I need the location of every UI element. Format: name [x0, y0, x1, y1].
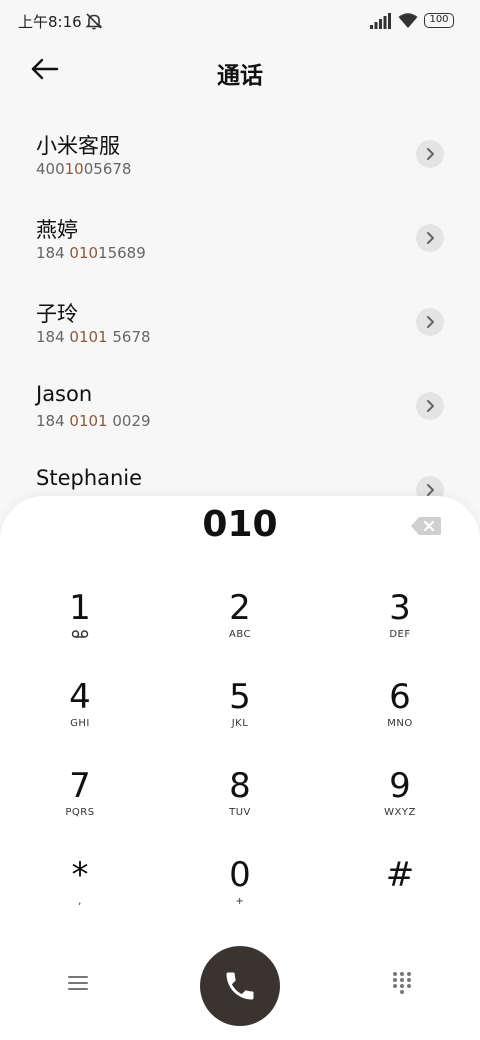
chevron-right-icon: [427, 484, 434, 496]
key-letters: ABC: [228, 629, 251, 640]
key-digit: 4: [69, 677, 91, 717]
status-time: 上午8:16: [18, 13, 82, 31]
status-bar: 上午8:16 100: [0, 0, 480, 42]
backspace-icon[interactable]: [410, 515, 442, 537]
key-letters: JKL: [231, 718, 249, 729]
key-8[interactable]: 8 TUV: [160, 766, 320, 855]
dialpad-bottom-bar: [0, 942, 480, 1032]
key-0[interactable]: 0 +: [160, 855, 320, 944]
key-5[interactable]: 5 JKL: [160, 677, 320, 766]
voicemail-icon: [71, 630, 89, 638]
dialed-number[interactable]: 010: [0, 504, 480, 545]
signal-icon: [370, 13, 391, 29]
key-digit: 5: [229, 677, 251, 717]
contact-number: 184 0101 0029: [36, 412, 151, 430]
contact-detail-button[interactable]: [416, 392, 444, 420]
contact-name: Jason: [36, 382, 93, 406]
key-letters: +: [235, 896, 245, 907]
contact-number: 184 01015689: [36, 244, 146, 262]
contact-name: Stephanie: [36, 466, 143, 490]
key-digit: 3: [389, 588, 411, 628]
key-digit: 0: [229, 855, 251, 895]
list-item[interactable]: 子玲 184 0101 5678: [0, 280, 480, 364]
key-3[interactable]: 3 DEF: [320, 588, 480, 677]
key-star[interactable]: * ,: [0, 855, 160, 944]
key-letters: ,: [78, 896, 82, 907]
chevron-right-icon: [427, 400, 434, 412]
call-button[interactable]: [200, 946, 280, 1026]
key-digit: 1: [69, 588, 91, 628]
key-7[interactable]: 7 PQRS: [0, 766, 160, 855]
chevron-right-icon: [427, 148, 434, 160]
key-hash[interactable]: #: [320, 855, 480, 944]
key-digit: #: [385, 855, 415, 895]
contact-name: 小米客服: [36, 134, 120, 158]
bell-off-icon: [85, 13, 103, 30]
menu-icon[interactable]: [66, 972, 90, 994]
list-item[interactable]: 小米客服 4001005678: [0, 112, 480, 196]
chevron-right-icon: [427, 316, 434, 328]
page-title: 通话: [217, 63, 263, 89]
contact-detail-button[interactable]: [416, 224, 444, 252]
contact-name: 子玲: [36, 302, 78, 326]
key-digit: 7: [69, 766, 91, 806]
key-2[interactable]: 2 ABC: [160, 588, 320, 677]
key-letters: MNO: [387, 718, 413, 729]
keypad-icon[interactable]: [390, 970, 414, 996]
list-item[interactable]: Jason 184 0101 0029: [0, 364, 480, 448]
key-letters: WXYZ: [384, 807, 416, 818]
key-1[interactable]: 1: [0, 588, 160, 677]
contact-detail-button[interactable]: [416, 140, 444, 168]
header: 通话: [0, 42, 480, 98]
battery-level: 100: [429, 14, 449, 25]
battery-indicator: 100: [424, 13, 454, 28]
contact-detail-button[interactable]: [416, 308, 444, 336]
key-digit: 8: [229, 766, 251, 806]
key-letters: TUV: [229, 807, 251, 818]
contact-number: 184 0101 5678: [36, 328, 151, 346]
key-4[interactable]: 4 GHI: [0, 677, 160, 766]
key-6[interactable]: 6 MNO: [320, 677, 480, 766]
contact-number: 4001005678: [36, 160, 132, 178]
contact-name: 燕婷: [36, 218, 78, 242]
key-letters: GHI: [70, 718, 90, 729]
chevron-right-icon: [427, 232, 434, 244]
key-digit: 6: [389, 677, 411, 717]
key-digit: *: [71, 855, 89, 895]
list-item[interactable]: 燕婷 184 01015689: [0, 196, 480, 280]
key-letters: DEF: [389, 629, 411, 640]
key-digit: 2: [229, 588, 251, 628]
key-digit: 9: [389, 766, 411, 806]
phone-icon: [226, 972, 254, 1000]
contact-list: 小米客服 4001005678 燕婷 184 01015689 子玲 184 0…: [0, 112, 480, 532]
wifi-icon: [398, 13, 418, 28]
key-9[interactable]: 9 WXYZ: [320, 766, 480, 855]
key-letters: PQRS: [65, 807, 95, 818]
dialpad-sheet: 010 1 2 ABC 3 DEF 4 GHI 5 JKL 6 MNO 7 PQ…: [0, 496, 480, 1040]
